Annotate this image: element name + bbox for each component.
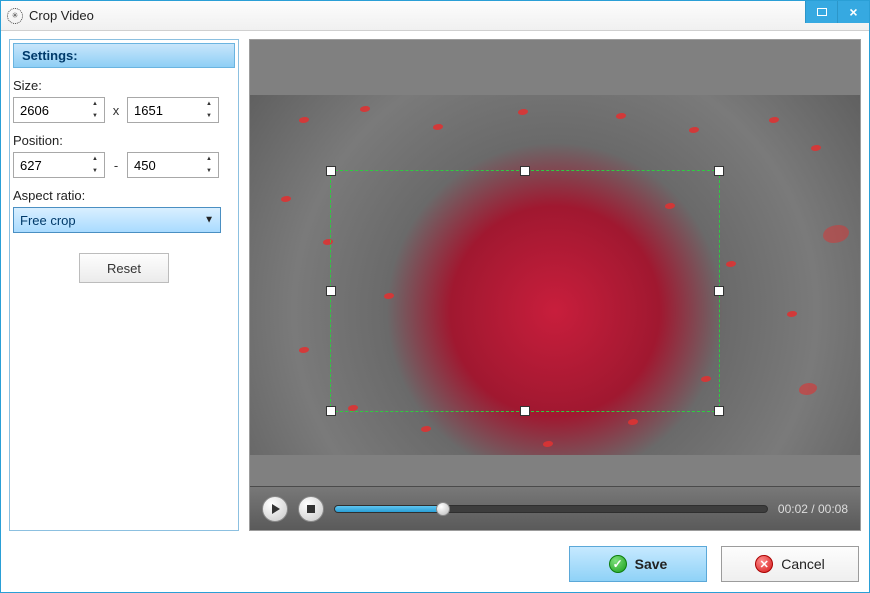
- posx-down[interactable]: ▼: [88, 167, 102, 175]
- player-bar: 00:02 / 00:08: [250, 486, 860, 530]
- size-label: Size:: [13, 78, 235, 93]
- save-label: Save: [635, 556, 668, 572]
- play-button[interactable]: [262, 496, 288, 522]
- aspect-select[interactable]: Free crop ▼: [13, 207, 221, 233]
- maximize-button[interactable]: [805, 1, 837, 23]
- crop-handle-se[interactable]: [714, 406, 724, 416]
- position-separator: -: [111, 158, 121, 173]
- posy-up[interactable]: ▲: [202, 155, 216, 163]
- crop-handle-s[interactable]: [520, 406, 530, 416]
- dialog-content: Settings: Size: ▲▼ x ▲▼ Position:: [1, 31, 869, 592]
- crop-handle-sw[interactable]: [326, 406, 336, 416]
- preview-panel: 00:02 / 00:08: [249, 39, 861, 531]
- stop-icon: [307, 505, 315, 513]
- timecode: 00:02 / 00:08: [778, 502, 848, 516]
- chevron-down-icon: ▼: [204, 215, 214, 226]
- posy-input[interactable]: [128, 158, 196, 173]
- size-field: Size: ▲▼ x ▲▼: [13, 78, 235, 123]
- size-separator: x: [111, 103, 121, 118]
- cancel-button[interactable]: ✕ Cancel: [721, 546, 859, 582]
- height-up[interactable]: ▲: [202, 100, 216, 108]
- posy-down[interactable]: ▼: [202, 167, 216, 175]
- posx-input[interactable]: [14, 158, 82, 173]
- crop-rectangle[interactable]: [330, 170, 720, 412]
- position-field: Position: ▲▼ - ▲▼: [13, 133, 235, 178]
- video-canvas[interactable]: [250, 95, 860, 455]
- seek-bar[interactable]: [334, 505, 768, 513]
- title-bar: ✳ Crop Video ×: [1, 1, 869, 31]
- window-title: Crop Video: [29, 8, 94, 23]
- save-button[interactable]: ✓ Save: [569, 546, 707, 582]
- width-input[interactable]: [14, 103, 82, 118]
- time-total: 00:08: [818, 502, 848, 516]
- position-label: Position:: [13, 133, 235, 148]
- time-current: 00:02: [778, 502, 808, 516]
- aspect-value: Free crop: [20, 213, 76, 228]
- stop-button[interactable]: [298, 496, 324, 522]
- seek-thumb[interactable]: [436, 502, 450, 516]
- seek-progress: [335, 506, 443, 512]
- width-up[interactable]: ▲: [88, 100, 102, 108]
- crop-handle-n[interactable]: [520, 166, 530, 176]
- check-icon: ✓: [609, 555, 627, 573]
- aspect-field: Aspect ratio: Free crop ▼: [13, 188, 235, 233]
- aspect-label: Aspect ratio:: [13, 188, 235, 203]
- settings-panel: Settings: Size: ▲▼ x ▲▼ Position:: [9, 39, 239, 531]
- height-input[interactable]: [128, 103, 196, 118]
- posx-spinner[interactable]: ▲▼: [13, 152, 105, 178]
- window-controls: ×: [805, 1, 869, 23]
- posy-spinner[interactable]: ▲▼: [127, 152, 219, 178]
- play-icon: [272, 504, 280, 514]
- x-icon: ✕: [755, 555, 773, 573]
- cancel-label: Cancel: [781, 556, 825, 572]
- width-spinner[interactable]: ▲▼: [13, 97, 105, 123]
- height-spinner[interactable]: ▲▼: [127, 97, 219, 123]
- posx-up[interactable]: ▲: [88, 155, 102, 163]
- width-down[interactable]: ▼: [88, 112, 102, 120]
- time-sep: /: [808, 502, 818, 516]
- crop-handle-nw[interactable]: [326, 166, 336, 176]
- settings-header: Settings:: [13, 43, 235, 68]
- crop-handle-e[interactable]: [714, 286, 724, 296]
- crop-handle-ne[interactable]: [714, 166, 724, 176]
- reset-button[interactable]: Reset: [79, 253, 169, 283]
- height-down[interactable]: ▼: [202, 112, 216, 120]
- dialog-buttons: ✓ Save ✕ Cancel: [569, 546, 859, 582]
- close-button[interactable]: ×: [837, 1, 869, 23]
- app-icon: ✳: [7, 8, 23, 24]
- crop-handle-w[interactable]: [326, 286, 336, 296]
